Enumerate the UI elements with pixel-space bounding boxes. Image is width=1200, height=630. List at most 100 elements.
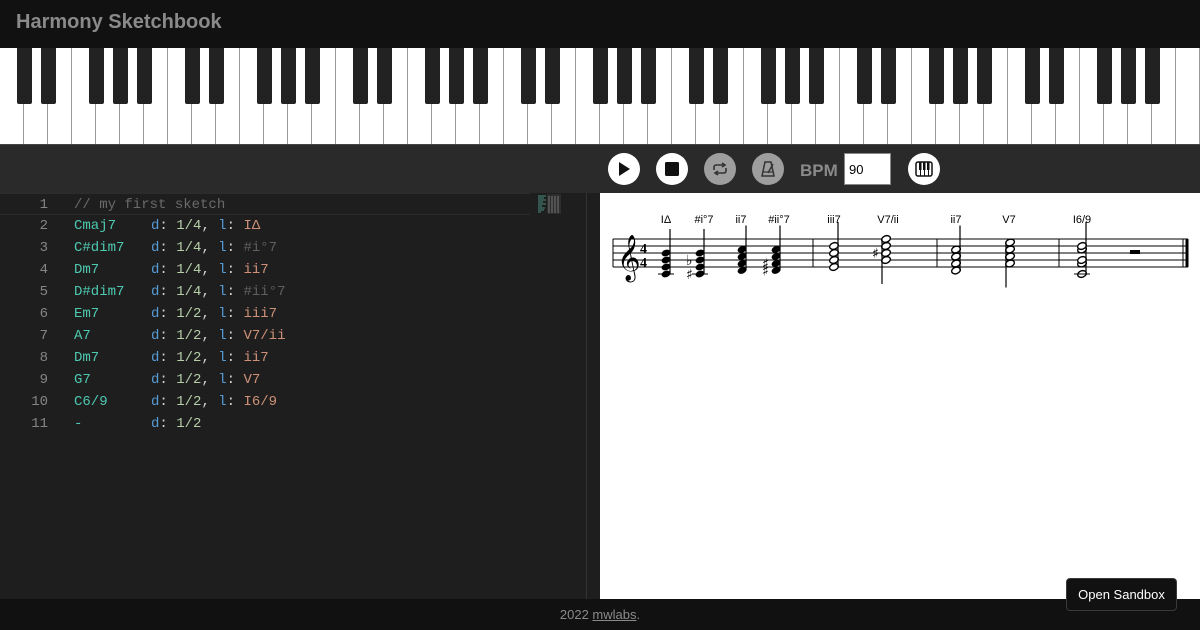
chord-label: #ii°7 [768, 214, 790, 226]
minimap[interactable] [537, 193, 563, 215]
chord-label: I6/9 [1073, 214, 1091, 226]
code-token: : [226, 394, 244, 410]
code-token: , [201, 394, 219, 410]
piano-black-key[interactable] [593, 48, 608, 104]
code-token: : [159, 416, 177, 432]
code-token: , [201, 240, 219, 256]
piano-black-key[interactable] [617, 48, 632, 104]
line-number: 6 [39, 306, 48, 322]
editor-line[interactable]: 7 A7 d: 1/2, l: V7/ii [0, 325, 587, 347]
duration-value: 1/2 [176, 306, 202, 322]
piano-black-key[interactable] [185, 48, 200, 104]
piano-black-key[interactable] [641, 48, 656, 104]
sharp-icon: ♯ [762, 257, 769, 273]
open-sandbox-button[interactable]: Open Sandbox [1066, 578, 1177, 611]
piano-black-key[interactable] [281, 48, 296, 104]
editor-line[interactable]: 4 Dm7 d: 1/4, l: ii7 [0, 259, 587, 281]
line-number: 10 [31, 394, 48, 410]
line-number: 11 [31, 416, 48, 432]
piano-black-key[interactable] [113, 48, 128, 104]
label-value: iii7 [243, 306, 278, 322]
code-editor[interactable]: 11 - d: 1/2 10 C6/9 d: 1/2, l: I6/9 9 G7 d: 1/2,… [0, 193, 587, 599]
piano-black-key[interactable] [353, 48, 368, 104]
footer-period: . [636, 607, 641, 622]
editor-line[interactable]: 10 C6/9 d: 1/2, l: I6/9 [0, 391, 587, 413]
editor-line[interactable]: 6 Em7 d: 1/2, l: iii7 [0, 303, 587, 325]
piano-black-key[interactable] [17, 48, 32, 104]
line-number: 7 [39, 328, 48, 344]
editor-line[interactable]: 5 D#dim7 d: 1/4, l: #ii°7 [0, 281, 587, 303]
editor-line[interactable]: 11 - d: 1/2 [0, 413, 587, 435]
piano-white-key[interactable] [1176, 48, 1200, 144]
piano-black-key[interactable] [761, 48, 776, 104]
metronome-icon [761, 161, 775, 177]
editor-line[interactable]: 1 // my first sketch [0, 193, 530, 215]
editor-line[interactable]: 8 Dm7 d: 1/2, l: ii7 [0, 347, 587, 369]
piano-black-key[interactable] [713, 48, 728, 104]
piano-black-key[interactable] [977, 48, 992, 104]
label-key: l [218, 284, 227, 300]
chord-name: Em7 [74, 306, 100, 322]
label-value: #ii°7 [243, 284, 286, 300]
piano-black-key[interactable] [1097, 48, 1112, 104]
piano-black-key[interactable] [857, 48, 872, 104]
code-token: : [226, 350, 244, 366]
piano-black-key[interactable] [257, 48, 272, 104]
code-token: : [159, 328, 177, 344]
code-token: : [159, 394, 177, 410]
label-key: l [218, 306, 227, 322]
duration-value: 1/2 [176, 372, 202, 388]
piano-black-key[interactable] [1121, 48, 1136, 104]
piano-black-key[interactable] [545, 48, 560, 104]
piano-black-key[interactable] [809, 48, 824, 104]
piano-black-key[interactable] [305, 48, 320, 104]
loop-icon [713, 162, 727, 176]
piano-black-key[interactable] [521, 48, 536, 104]
piano-black-key[interactable] [1145, 48, 1160, 104]
piano-black-key[interactable] [953, 48, 968, 104]
flat-icon: ♭ [686, 253, 693, 269]
editor-line[interactable]: 3 C#dim7 d: 1/4, l: #i°7 [0, 237, 587, 259]
score-staff: 𝄞 4 4 ♯♭♯♯♯ IΔ #i°7 ii7 #ii°7 iii7 V7/ii ii7 V7… [612, 214, 1189, 288]
piano-black-key[interactable] [449, 48, 464, 104]
label-key: l [218, 240, 227, 256]
piano-black-key[interactable] [137, 48, 152, 104]
code-token: : [159, 350, 177, 366]
line-code: D#dim7 d: 1/4, l: #ii°7 [74, 281, 285, 303]
chord-name: Dm7 [74, 262, 100, 278]
piano-black-key[interactable] [425, 48, 440, 104]
piano-black-key[interactable] [1049, 48, 1064, 104]
line-number: 2 [39, 218, 48, 234]
play-button[interactable] [608, 153, 640, 185]
piano-keyboard[interactable] [0, 48, 1200, 145]
loop-button[interactable] [704, 153, 736, 185]
sheet-music: 𝄞 4 4 ♯ ♭ ♯ ♯ ♯ IΔ #i°7 ii7 #ii°7 iii7 V7/ii ii7 V7… [600, 193, 1200, 599]
label-key: l [218, 218, 227, 234]
chord-name: Cmaj7 [74, 218, 117, 234]
bpm-input[interactable] [844, 153, 891, 185]
piano-black-key[interactable] [209, 48, 224, 104]
duration-value: 1/2 [176, 350, 202, 366]
piano-black-key[interactable] [929, 48, 944, 104]
line-number: 1 [39, 197, 48, 213]
duration-value: 1/4 [176, 284, 202, 300]
piano-black-key[interactable] [377, 48, 392, 104]
app-title: Harmony Sketchbook [16, 11, 222, 33]
footer-link[interactable]: mwlabs [592, 607, 636, 622]
keyboard-toggle-button[interactable] [908, 153, 940, 185]
piano-black-key[interactable] [473, 48, 488, 104]
piano-black-key[interactable] [1025, 48, 1040, 104]
piano-black-key[interactable] [41, 48, 56, 104]
piano-black-key[interactable] [881, 48, 896, 104]
editor-line[interactable]: 2 Cmaj7 d: 1/4, l: IΔ [0, 215, 587, 237]
code-token: , [201, 328, 219, 344]
label-key: l [218, 328, 227, 344]
editor-line[interactable]: 9 G7 d: 1/2, l: V7 [0, 369, 587, 391]
stop-button[interactable] [656, 153, 688, 185]
piano-black-key[interactable] [89, 48, 104, 104]
chord-name: - [74, 416, 83, 432]
piano-black-key[interactable] [785, 48, 800, 104]
piano-black-key[interactable] [689, 48, 704, 104]
transport-toolbar: BPM [0, 145, 1200, 193]
metronome-button[interactable] [752, 153, 784, 185]
